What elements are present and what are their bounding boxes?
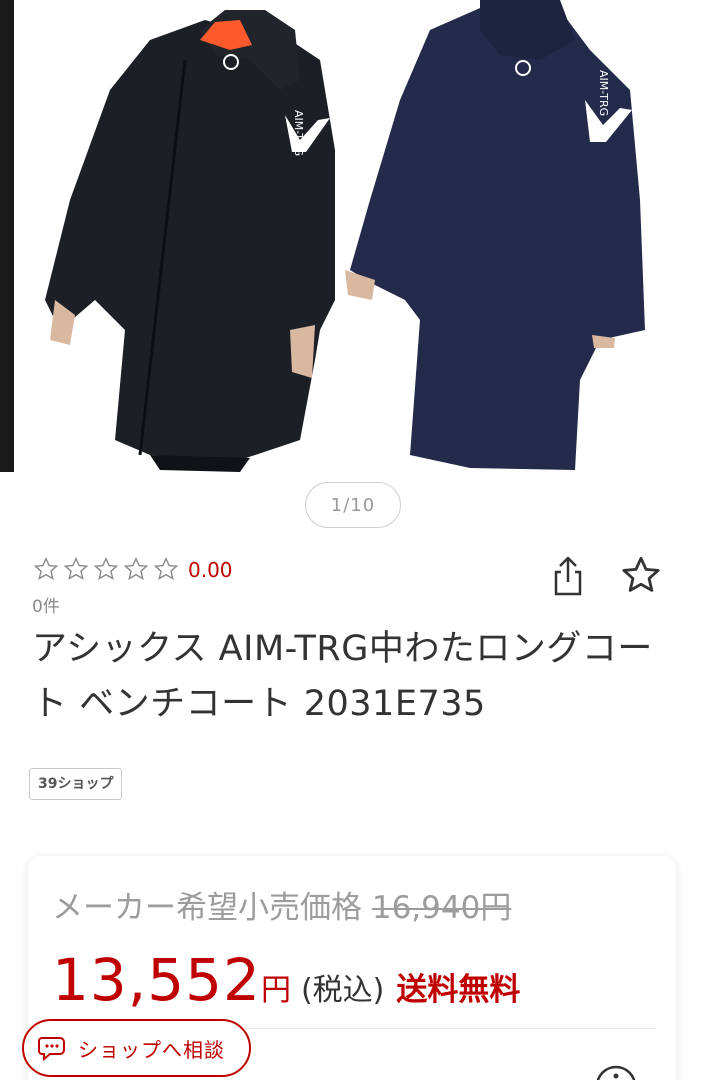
star-outline-icon: [123, 557, 149, 580]
star-outline-icon: [622, 556, 660, 592]
info-icon[interactable]: [594, 1064, 638, 1080]
rating-value: 0.00: [188, 558, 233, 582]
review-count[interactable]: 0件: [32, 592, 60, 617]
share-icon: [554, 556, 582, 596]
product-photo: AIM-TRG AIM-TRG: [0, 0, 645, 472]
svg-text:AIM-TRG: AIM-TRG: [597, 70, 610, 116]
star-outline-icon: [63, 557, 89, 580]
sale-price-row: 13,552 円 (税込) 送料無料: [52, 946, 520, 1014]
share-button[interactable]: [548, 554, 588, 598]
tax-label: (税込): [300, 973, 385, 1008]
sale-price: 13,552: [52, 946, 261, 1014]
list-price-label: メーカー希望小売価格: [52, 890, 372, 926]
star-outline-icon: [153, 557, 179, 580]
star-outline-icon: [33, 557, 59, 580]
star-outline-icon: [93, 557, 119, 580]
chat-bubble-icon: [38, 1037, 65, 1062]
list-price: メーカー希望小売価格 16,940円: [52, 882, 511, 927]
image-counter: 1/10: [305, 482, 401, 528]
svg-text:AIM-TRG: AIM-TRG: [292, 110, 305, 156]
product-image-carousel[interactable]: AIM-TRG AIM-TRG: [0, 0, 705, 475]
shop-tag[interactable]: 39ショップ: [29, 768, 123, 800]
list-price-value: 16,940円: [371, 890, 512, 926]
free-shipping-badge: 送料無料: [396, 972, 521, 1008]
product-title: アシックス AIM-TRG中わたロングコート ベンチコート 2031E735: [32, 629, 653, 724]
rating-stars[interactable]: 0.00: [32, 556, 233, 582]
shop-consult-button[interactable]: ショップへ相談: [22, 1019, 251, 1077]
shop-consult-label: ショップへ相談: [78, 1037, 225, 1062]
yen-sign: 円: [260, 973, 291, 1008]
favorite-button[interactable]: [620, 554, 662, 596]
black-coat-image: AIM-TRG: [45, 10, 335, 472]
navy-coat-image: AIM-TRG: [345, 0, 645, 470]
